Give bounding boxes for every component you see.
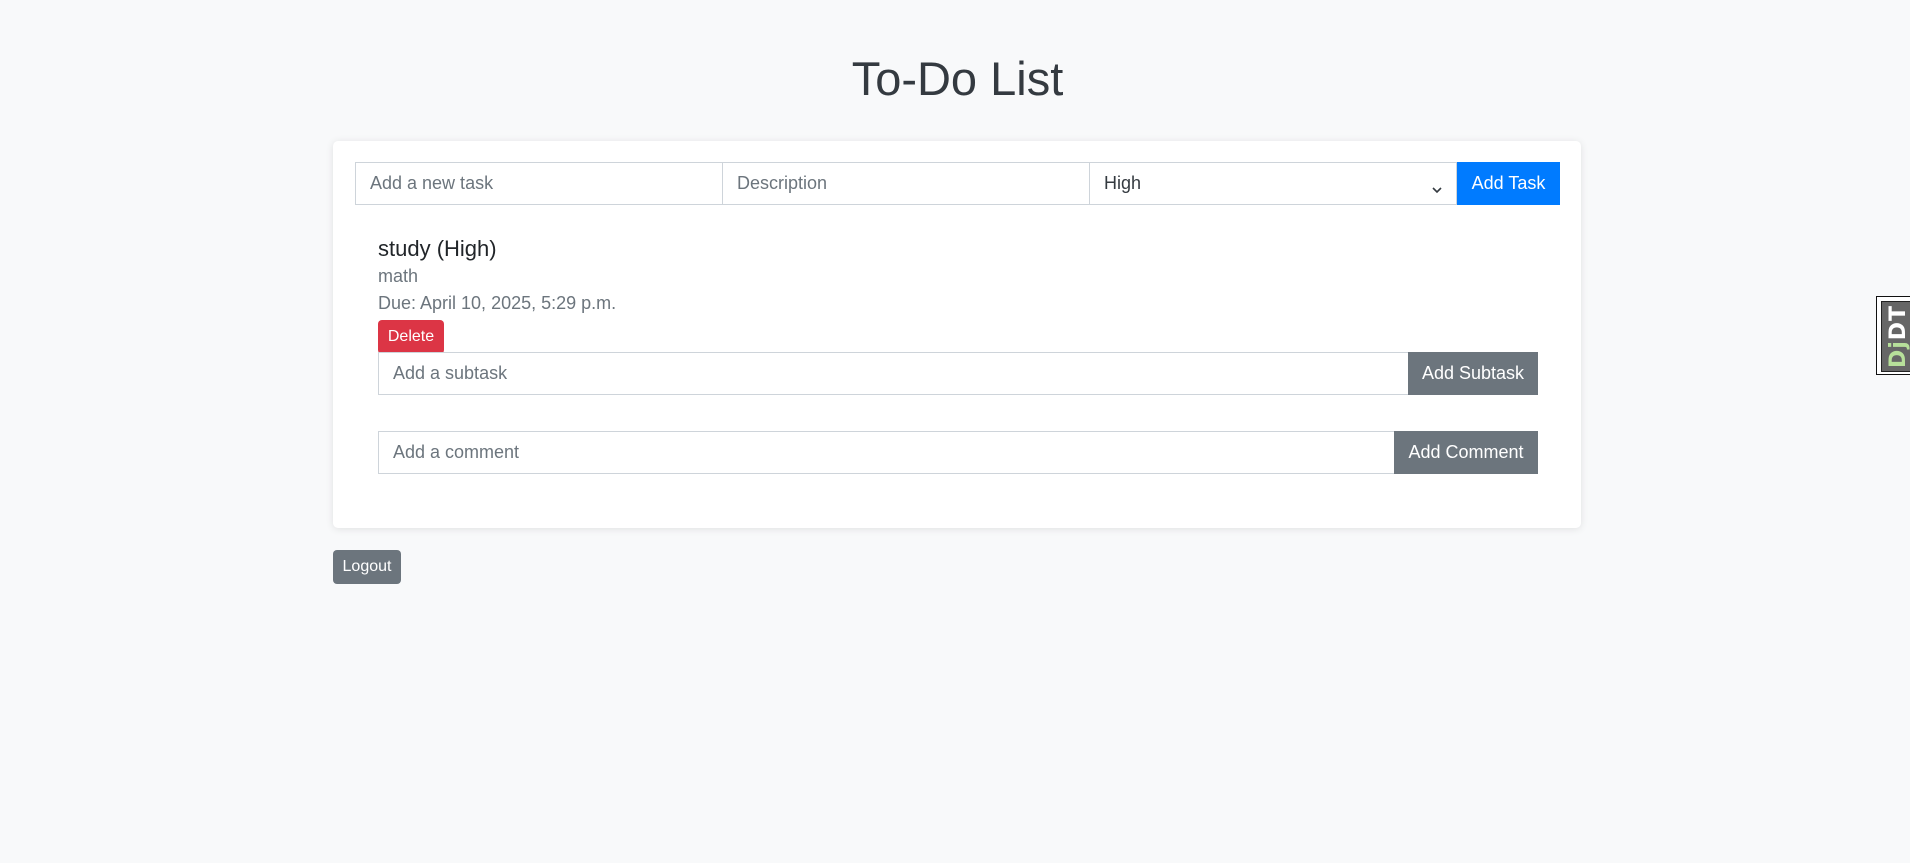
logout-button[interactable]: Logout <box>333 550 401 584</box>
task-description: math <box>378 266 419 286</box>
task-title-input[interactable] <box>355 162 723 205</box>
debug-toolbar-logo: DjDT <box>1881 301 1910 372</box>
delete-task-button[interactable]: Delete <box>378 320 444 354</box>
chevron-down-icon <box>1432 179 1442 193</box>
priority-select-value: High <box>1104 173 1142 193</box>
add-task-button[interactable]: Add Task <box>1457 162 1560 205</box>
priority-select[interactable]: High <box>1090 162 1457 205</box>
task-description-input[interactable] <box>723 162 1090 205</box>
subtask-input[interactable] <box>378 352 1408 395</box>
page: To-Do List High Add Task study (High) ma… <box>0 0 1910 863</box>
comment-form: Add Comment <box>378 431 1538 474</box>
add-comment-button[interactable]: Add Comment <box>1394 431 1538 474</box>
add-task-form: High Add Task <box>355 162 1560 205</box>
debug-toolbar-label: DjDT <box>1886 305 1910 368</box>
comment-input[interactable] <box>378 431 1394 474</box>
todo-card: High Add Task study (High) math Due: Apr… <box>333 141 1581 528</box>
add-subtask-button[interactable]: Add Subtask <box>1408 352 1538 395</box>
task-heading: study (High) <box>378 236 497 261</box>
debug-toolbar-label-prefix: Dj <box>1886 340 1910 369</box>
debug-toolbar-handle[interactable]: DjDT <box>1876 296 1910 375</box>
task-due-date: Due: April 10, 2025, 5:29 p.m. <box>378 293 617 313</box>
subtask-form: Add Subtask <box>378 352 1538 395</box>
task-item: study (High) math Due: April 10, 2025, 5… <box>378 235 1538 474</box>
page-title: To-Do List <box>851 52 1064 105</box>
debug-toolbar-label-suffix: DT <box>1886 304 1910 341</box>
